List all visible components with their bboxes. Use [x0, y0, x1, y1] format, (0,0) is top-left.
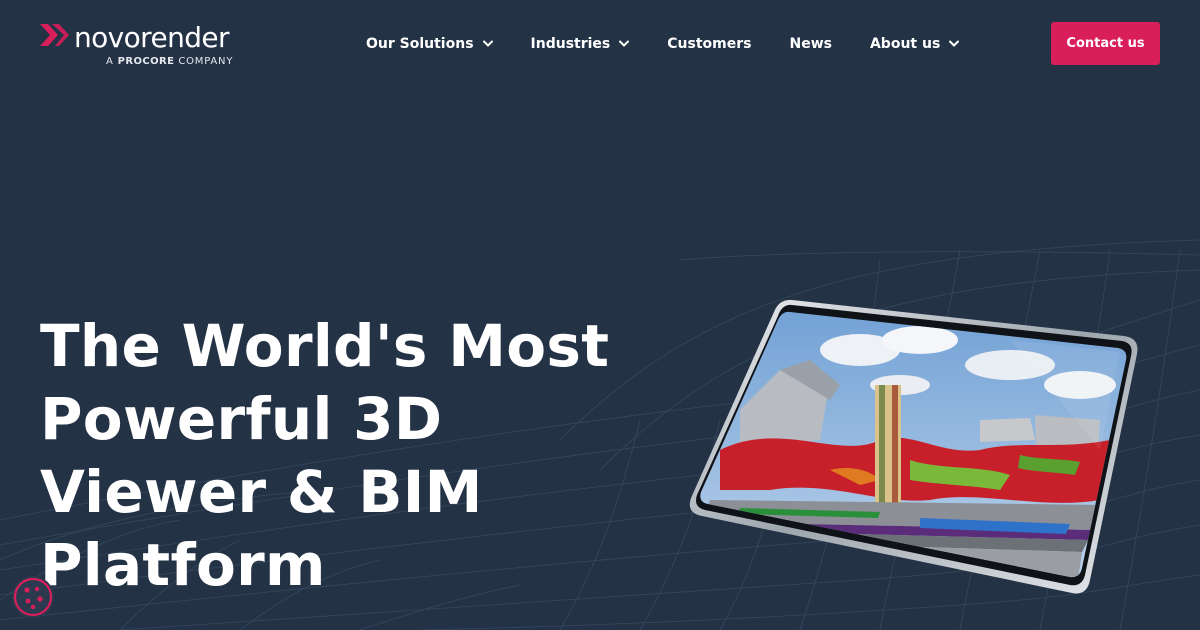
tablet-3d-bim-image: [689, 299, 1138, 594]
nav-item-label: News: [789, 36, 832, 52]
chevron-down-icon: [619, 40, 630, 47]
nav-item-customers[interactable]: Customers: [667, 30, 751, 58]
hero-title-line: Powerful 3D: [40, 385, 443, 453]
chevron-logo-icon: [40, 24, 69, 46]
nav-item-label: About us: [869, 36, 941, 52]
hero-title-line: Viewer & BIM: [40, 458, 483, 526]
nav-item-our-solutions[interactable]: Our Solutions: [366, 30, 493, 58]
logo-wordmark: novorender: [74, 21, 230, 54]
cookie-icon: [13, 577, 53, 617]
nav-item-label: Industries: [530, 36, 611, 52]
hero-title-line: Platform: [40, 531, 326, 599]
nav-item-about-us[interactable]: About us: [869, 30, 960, 58]
site-header: novorender A PROCORE COMPANY Our Solutio…: [0, 0, 1200, 90]
nav-item-label: Customers: [667, 36, 752, 52]
logo-tagline: A PROCORE COMPANY: [106, 56, 234, 67]
nav-item-industries[interactable]: Industries: [531, 30, 630, 58]
logo[interactable]: novorender A PROCORE COMPANY: [38, 18, 248, 70]
cookie-settings-button[interactable]: [12, 576, 54, 618]
hero-title: The World's Most Powerful 3D Viewer & BI…: [40, 310, 660, 602]
chevron-down-icon: [949, 40, 960, 47]
chevron-down-icon: [482, 40, 493, 47]
nav-item-label: Our Solutions: [366, 36, 474, 52]
parent-company-name: PROCORE: [117, 56, 175, 67]
contact-us-button[interactable]: Contact us: [1051, 22, 1160, 65]
nav-item-news[interactable]: News: [789, 30, 831, 58]
main-navigation: Our Solutions Industries Customers News …: [366, 30, 960, 58]
hero-title-line: The World's Most: [40, 312, 610, 380]
